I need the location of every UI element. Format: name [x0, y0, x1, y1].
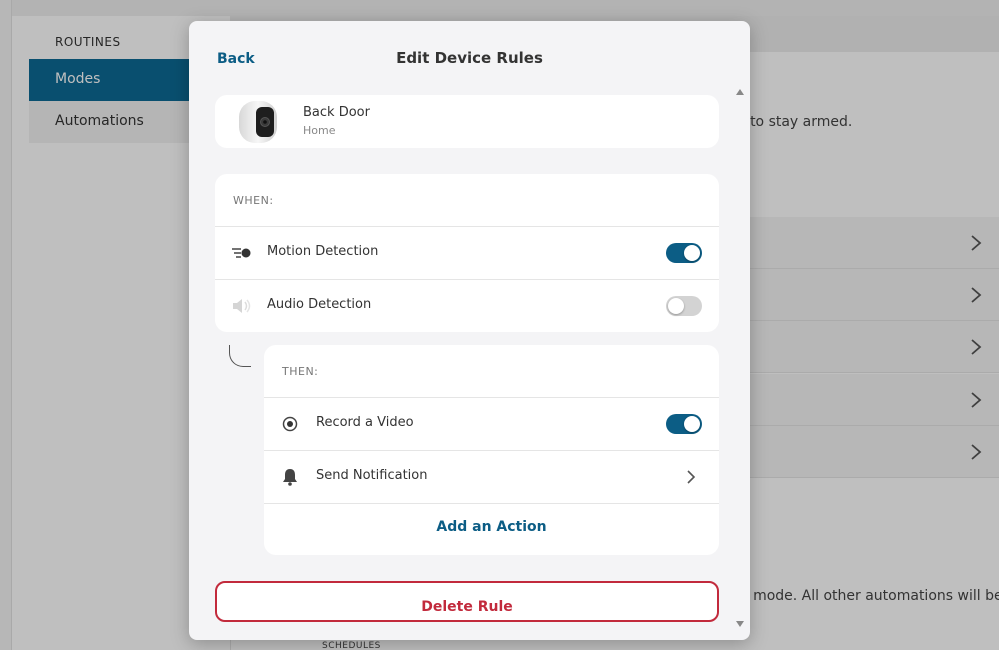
when-then-connector: [229, 345, 251, 367]
speaker-icon: [233, 299, 251, 313]
audio-detection-toggle[interactable]: [666, 296, 702, 316]
device-card: Back Door Home: [215, 95, 719, 148]
action-label: Send Notification: [316, 468, 428, 483]
when-label: WHEN:: [233, 194, 274, 207]
trigger-label: Audio Detection: [267, 297, 372, 312]
then-card: THEN: Record a Video Send Notification A…: [264, 345, 719, 555]
divider: [264, 503, 719, 504]
bell-icon: [283, 469, 297, 486]
device-location: Home: [303, 124, 336, 137]
modal-title: Edit Device Rules: [396, 49, 543, 67]
toggle-knob: [684, 245, 700, 261]
toggle-knob: [684, 416, 700, 432]
action-row-record: Record a Video: [264, 398, 719, 450]
add-action-button[interactable]: Add an Action: [264, 519, 719, 535]
record-video-toggle[interactable]: [666, 414, 702, 434]
delete-rule-button[interactable]: Delete Rule: [215, 581, 719, 622]
toggle-knob: [668, 298, 684, 314]
trigger-row-motion: Motion Detection: [215, 227, 719, 279]
trigger-row-audio: Audio Detection: [215, 280, 719, 332]
scroll-up-icon[interactable]: [736, 89, 744, 95]
trigger-label: Motion Detection: [267, 244, 379, 259]
motion-detection-toggle[interactable]: [666, 243, 702, 263]
scroll-down-icon[interactable]: [736, 621, 744, 627]
action-label: Record a Video: [316, 415, 414, 430]
action-row-notification[interactable]: Send Notification: [264, 451, 719, 503]
device-name: Back Door: [303, 105, 370, 120]
camera-icon: [239, 101, 277, 143]
when-card: WHEN: Motion Detection Audio Detection: [215, 174, 719, 332]
motion-icon: [232, 248, 251, 258]
record-icon: [282, 416, 298, 432]
edit-device-rules-modal: Back Edit Device Rules Back Door Home WH…: [189, 21, 750, 640]
then-label: THEN:: [282, 365, 319, 378]
chevron-right-icon[interactable]: [685, 469, 697, 485]
